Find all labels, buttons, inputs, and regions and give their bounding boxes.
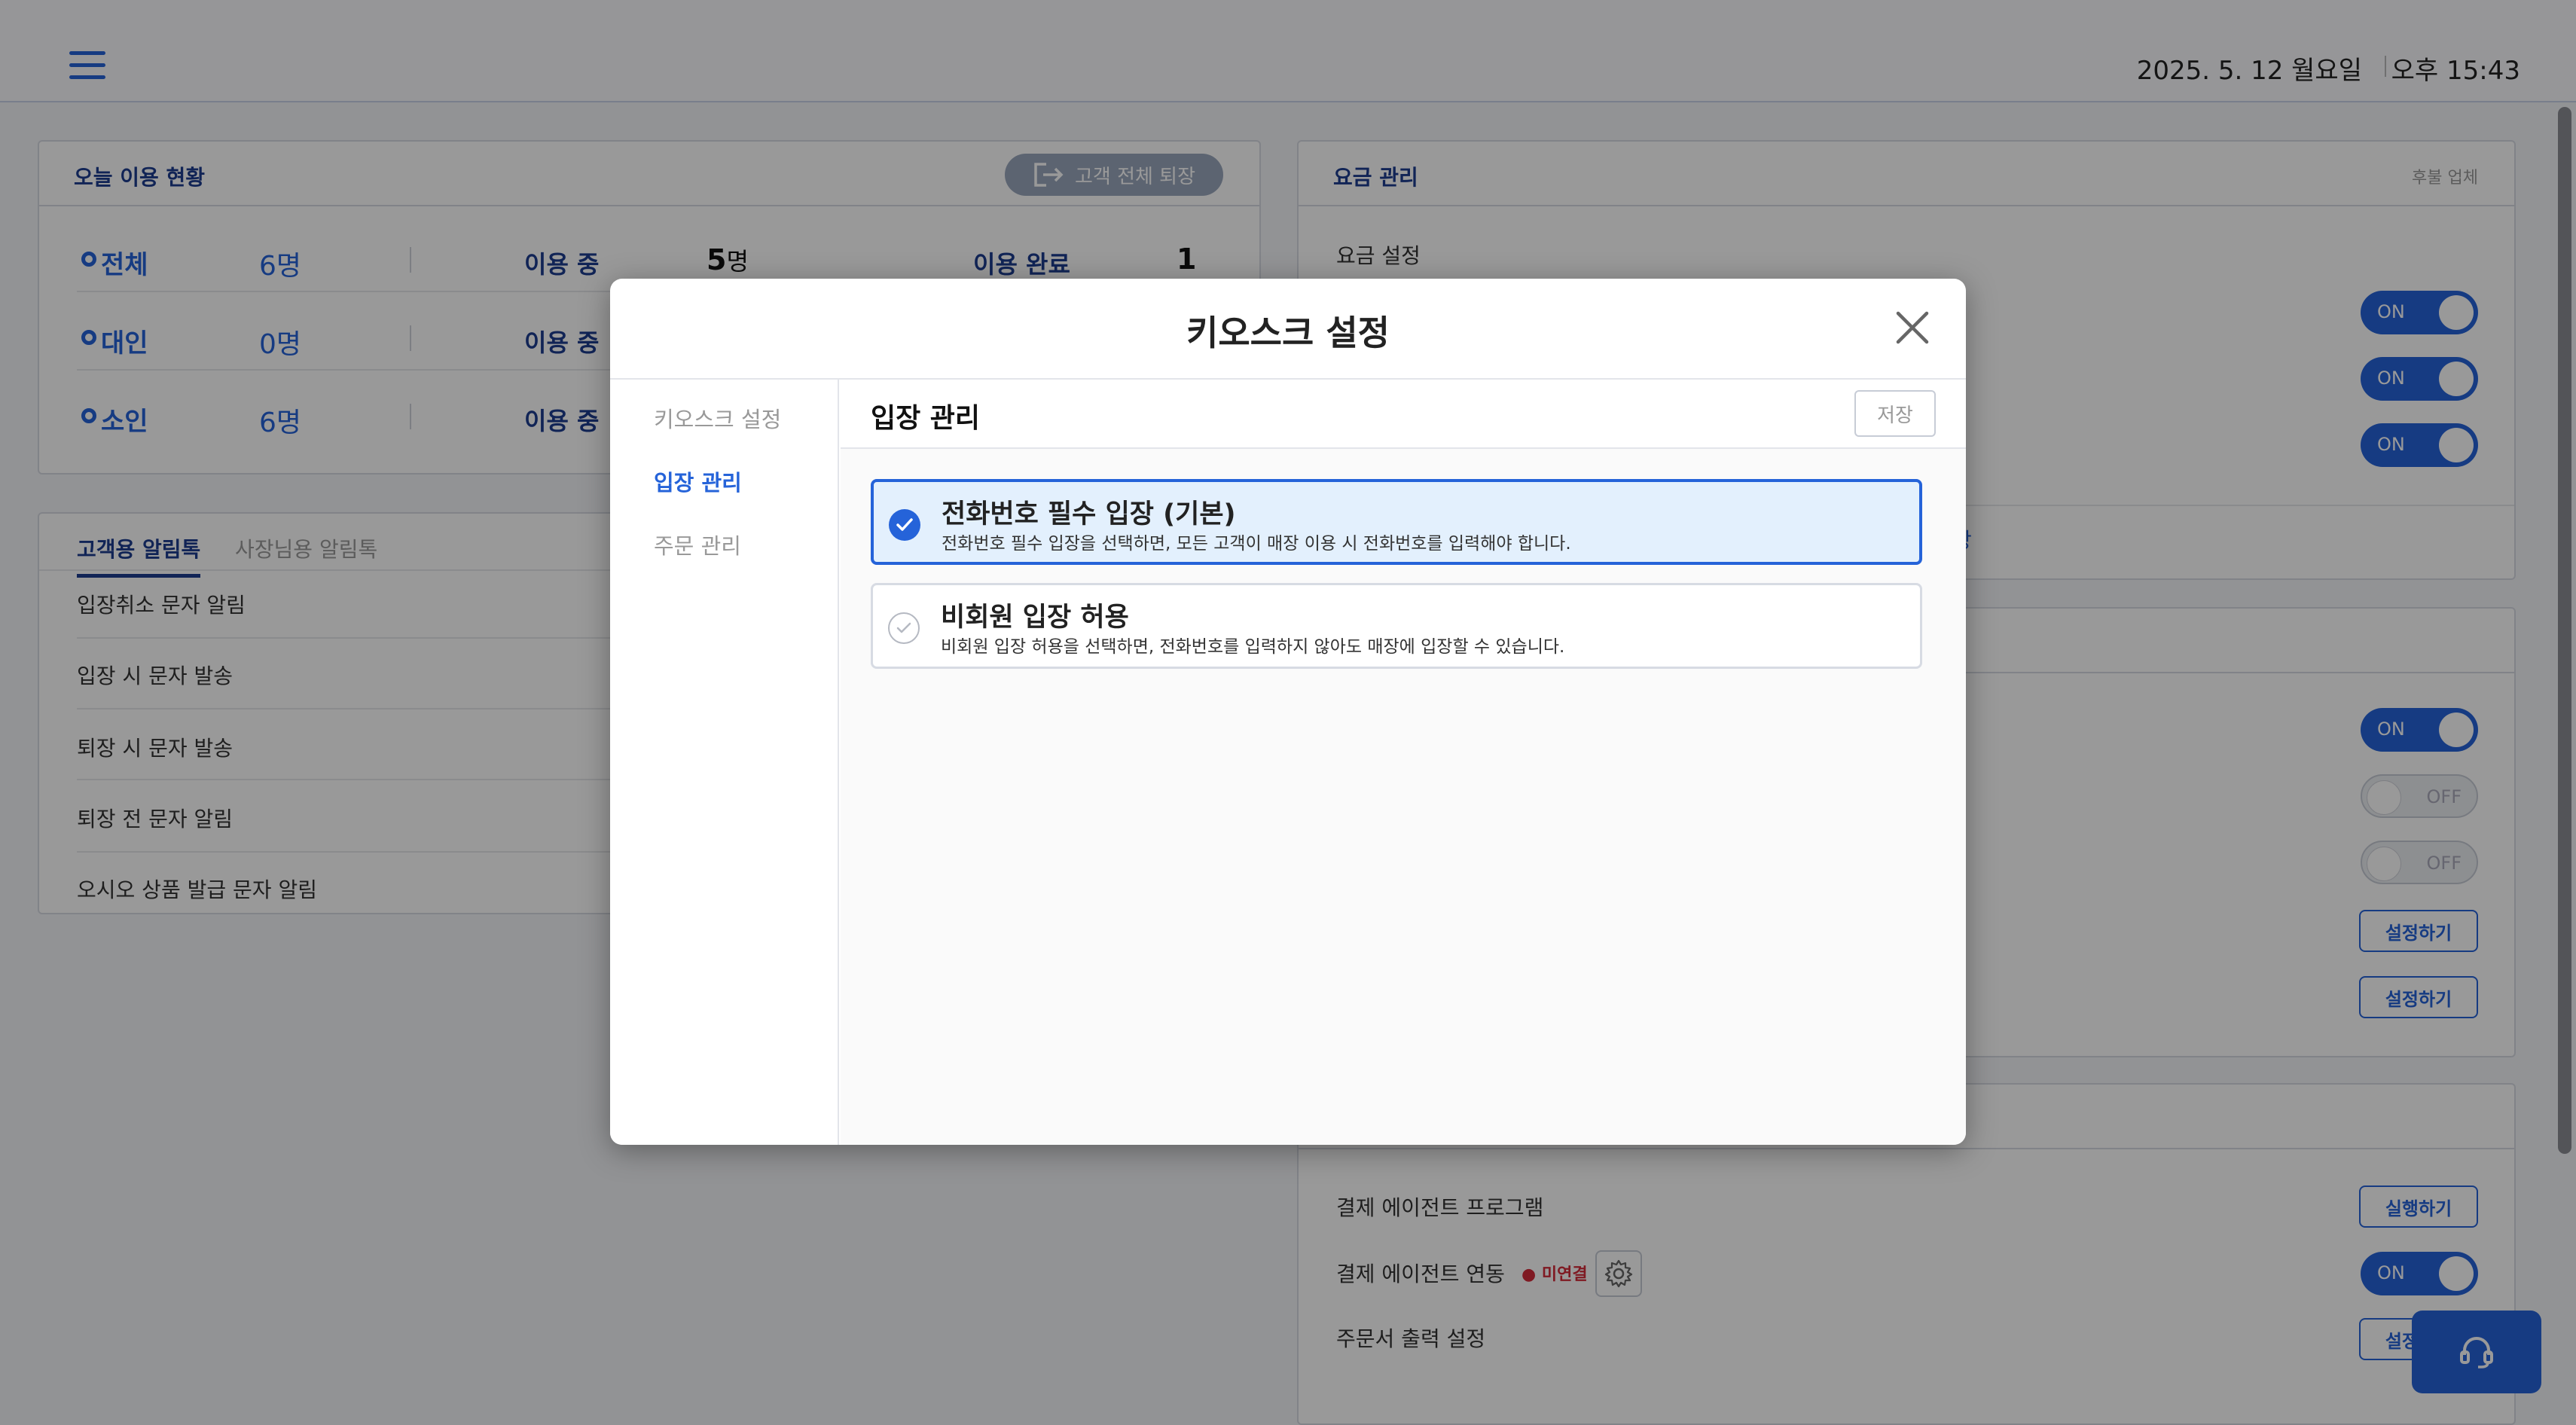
close-icon[interactable] (1894, 309, 1931, 346)
option-description: 전화번호 필수 입장을 선택하면, 모든 고객이 매장 이용 시 전화번호를 입… (942, 534, 1571, 554)
option-guest-entry[interactable]: 비회원 입장 허용 비회원 입장 허용을 선택하면, 전화번호를 입력하지 않아… (871, 583, 1922, 669)
modal-content: 입장 관리 저장 전화번호 필수 입장 (기본) 전화번호 필수 입장을 선택하… (841, 380, 1966, 1145)
modal-side-menu: 키오스크 설정 입장 관리 주문 관리 (610, 380, 839, 1145)
option-title: 전화번호 필수 입장 (기본) (942, 499, 1236, 529)
side-item-order-management[interactable]: 주문 관리 (654, 529, 741, 560)
kiosk-settings-modal: 키오스크 설정 키오스크 설정 입장 관리 주문 관리 입장 관리 저장 전화번… (610, 279, 1966, 1145)
save-button[interactable]: 저장 (1854, 390, 1936, 437)
check-circle-icon (888, 612, 920, 644)
option-title: 비회원 입장 허용 (941, 603, 1129, 633)
modal-title: 키오스크 설정 (1186, 313, 1390, 353)
option-description: 비회원 입장 허용을 선택하면, 전화번호를 입력하지 않아도 매장에 입장할 … (941, 637, 1565, 657)
content-header: 입장 관리 저장 (841, 380, 1966, 449)
side-item-kiosk-settings[interactable]: 키오스크 설정 (654, 402, 781, 434)
side-item-entry-management[interactable]: 입장 관리 (654, 465, 742, 497)
check-circle-icon (889, 509, 920, 541)
section-title: 입장 관리 (871, 403, 981, 434)
option-phone-required[interactable]: 전화번호 필수 입장 (기본) 전화번호 필수 입장을 선택하면, 모든 고객이… (871, 479, 1922, 565)
